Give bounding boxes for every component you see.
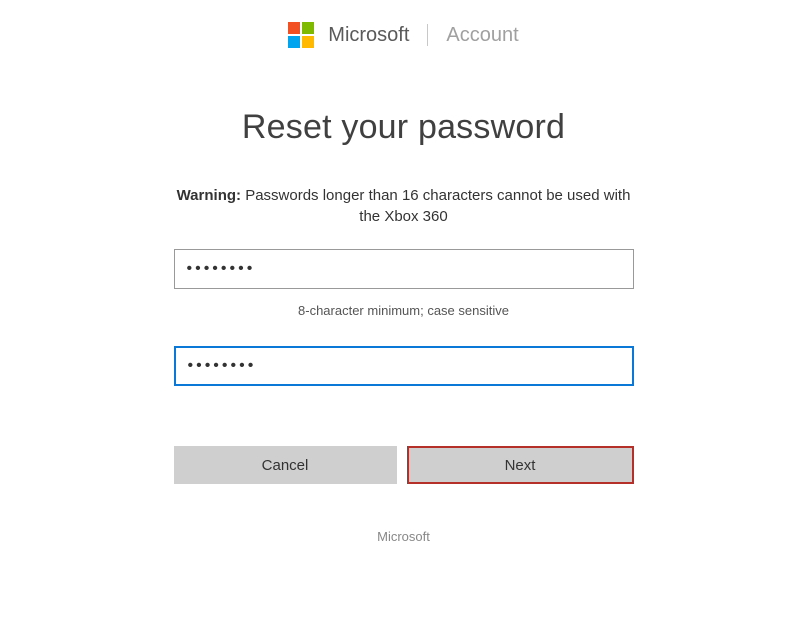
footer-text: Microsoft: [174, 529, 634, 544]
new-password-input[interactable]: [174, 249, 634, 289]
microsoft-logo-icon: [288, 22, 314, 48]
section-text: Account: [446, 24, 518, 47]
brand-text: Microsoft: [328, 24, 409, 47]
header: Microsoft Account: [0, 0, 807, 48]
warning-text: Warning: Passwords longer than 16 charac…: [174, 185, 634, 227]
warning-body: Passwords longer than 16 characters cann…: [245, 187, 630, 225]
content-area: Reset your password Warning: Passwords l…: [174, 48, 634, 544]
warning-label: Warning:: [177, 187, 241, 204]
password-hint: 8-character minimum; case sensitive: [174, 303, 634, 318]
next-button[interactable]: Next: [407, 446, 634, 484]
cancel-button[interactable]: Cancel: [174, 446, 397, 484]
page-title: Reset your password: [174, 108, 634, 147]
confirm-password-input[interactable]: [174, 346, 634, 386]
header-divider: [427, 24, 428, 46]
button-row: Cancel Next: [174, 446, 634, 484]
